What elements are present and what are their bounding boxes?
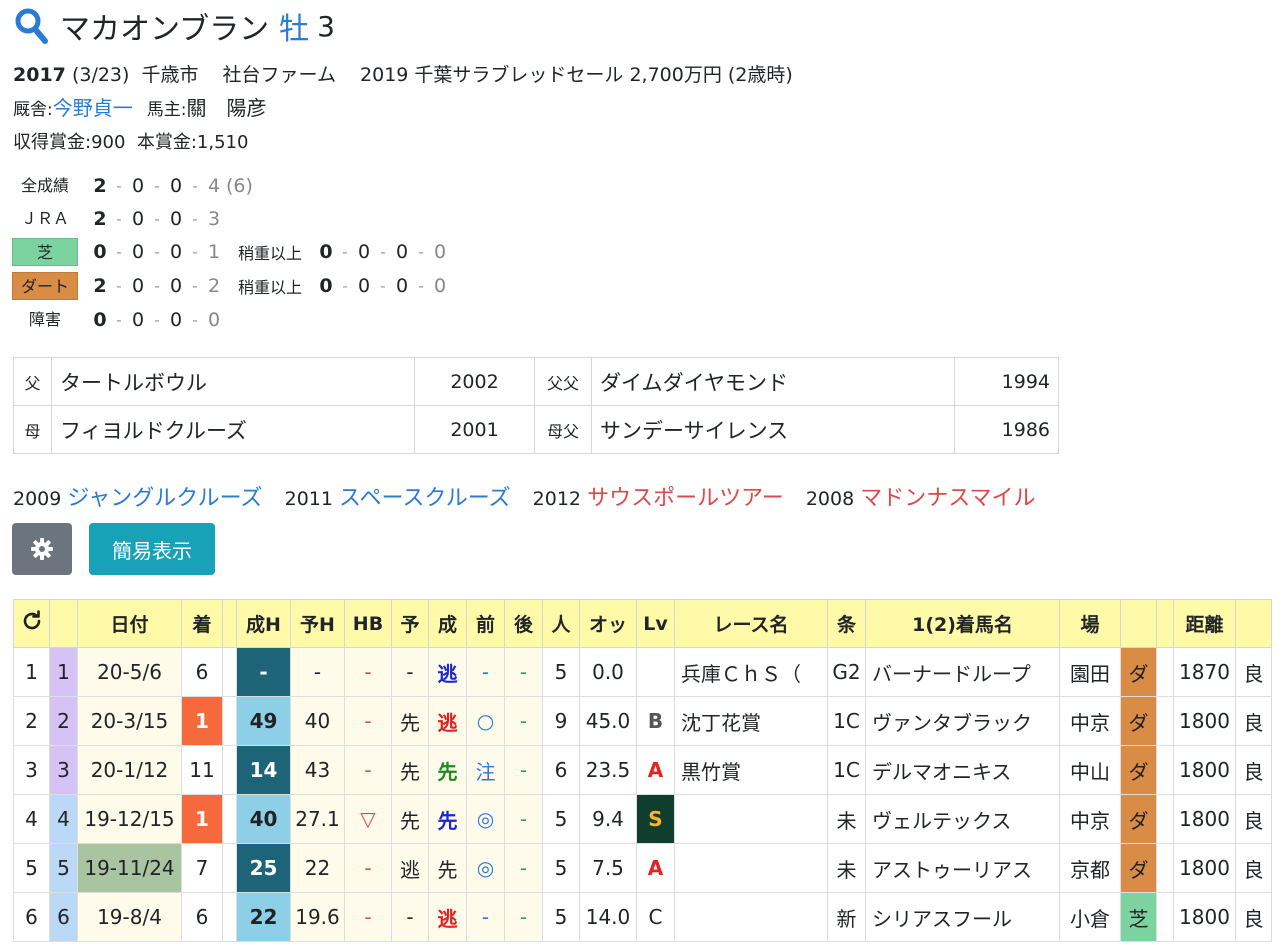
sire-sire-year: 1994	[954, 357, 1059, 406]
sibling-year: 2012	[532, 488, 582, 510]
col-header-race[interactable]: レース名	[674, 599, 828, 648]
col-header-sei[interactable]: 成	[428, 599, 467, 648]
col-header-track[interactable]: 場	[1059, 599, 1121, 648]
table-row[interactable]: 2 2 20-3/15 1 49 40 - 先 逃 ○ - 9 45.0 B 沈…	[13, 696, 1272, 746]
stable-owner: 厩舎:今野貞一 馬主:關 陽彦	[13, 92, 267, 121]
table-row[interactable]: 4 4 19-12/15 1 40 27.1 ▽ 先 先 ◎ - 5 9.4 S…	[13, 794, 1272, 844]
record-jra: ＪＲＡ 2- 0- 0- 3	[12, 204, 226, 234]
record-turf: 芝 0- 0- 0- 1 稍重以上 0- 0- 0- 0	[12, 237, 452, 267]
table-header-row: 日付 着 成H 予H HB 予 成 前 後 人 オッ Lv レース名 条 1(2…	[13, 599, 1272, 648]
table-row[interactable]: 1 1 20-5/6 6 - - - - 逃 - - 5 0.0 兵庫ＣｈＳ（ …	[13, 647, 1272, 697]
sibling-year: 2011	[284, 488, 333, 510]
sire-year: 2002	[414, 357, 535, 406]
table-row[interactable]: 6 6 19-8/4 6 22 19.6 - - 逃 - - 5 14.0 C …	[13, 892, 1272, 942]
col-header-lv[interactable]: Lv	[636, 599, 675, 648]
breeder: 社台ファーム	[222, 64, 336, 86]
record-all: 全成績 2- 0- 0- 4 (6)	[12, 171, 253, 201]
col-header-date[interactable]: 日付	[77, 599, 182, 648]
col-header[interactable]	[222, 599, 237, 648]
sale-info: 2019 千葉サラブレッドセール 2,700万円 (2歳時)	[360, 64, 793, 86]
sibling-link[interactable]: マドンナスマイル	[860, 486, 1035, 511]
col-header-hb[interactable]: HB	[344, 599, 392, 648]
horse-age: 3	[317, 9, 335, 43]
gear-icon	[31, 538, 53, 560]
col-header-mae[interactable]: 前	[466, 599, 505, 648]
col-header-sh[interactable]: 成H	[236, 599, 291, 648]
sibling-link[interactable]: ジャングルクルーズ	[67, 486, 262, 511]
record-jump: 障害 0- 0- 0- 0	[12, 305, 226, 335]
refresh-icon[interactable]	[20, 609, 44, 633]
col-header-ato[interactable]: 後	[504, 599, 543, 648]
birth-info: 2017 (3/23) 千歳市 社台ファーム 2019 千葉サラブレッドセール …	[13, 60, 793, 87]
race-name-link[interactable]: 沈丁花賞	[674, 696, 828, 746]
dam-sire-name: サンデーサイレンス	[591, 405, 955, 454]
trainer-link[interactable]: 今野貞一	[53, 96, 133, 120]
dam-sire-label: 母父	[534, 405, 592, 454]
record-label: 全成績	[20, 176, 69, 195]
sire-sire-name: ダイムダイヤモンド	[591, 357, 955, 406]
record-dirt: ダート 2- 0- 0- 2 稍重以上 0- 0- 0- 0	[12, 271, 452, 301]
sire-sire-label: 父父	[534, 357, 592, 406]
sibling-link[interactable]: サウスポールツアー	[587, 486, 784, 511]
sire-name: タートルボウル	[51, 357, 415, 406]
col-header-place[interactable]: 着	[181, 599, 223, 648]
dirt-badge: ダート	[12, 272, 78, 300]
trainer-label: 厩舎:	[13, 100, 53, 120]
col-header-pop[interactable]: 人	[542, 599, 580, 648]
owner-name: 關 陽彦	[186, 96, 267, 120]
table-row[interactable]: 3 3 20-1/12 11 14 43 - 先 先 注 - 6 23.5 A …	[13, 745, 1272, 795]
race-name-link[interactable]	[674, 892, 828, 942]
record-total: (6)	[226, 175, 253, 197]
heavy-label: 稍重以上	[238, 278, 303, 297]
search-icon[interactable]	[14, 6, 48, 46]
col-header[interactable]	[1120, 599, 1157, 648]
birth-year: 2017	[13, 64, 66, 86]
siblings-list: 2009 ジャングルクルーズ 2011 スペースクルーズ 2012 サウスポール…	[13, 480, 1036, 512]
sibling-link[interactable]: スペースクルーズ	[339, 486, 511, 511]
dam-name: フィヨルドクルーズ	[51, 405, 415, 454]
owner-label: 馬主:	[146, 100, 187, 120]
birth-date: (3/23)	[71, 64, 130, 86]
horse-title: マカオンブラン 牡 3	[14, 4, 335, 48]
sibling-year: 2008	[805, 488, 855, 510]
col-header-cond[interactable]: 条	[827, 599, 866, 648]
race-name-link[interactable]: 兵庫ＣｈＳ（	[674, 647, 828, 697]
col-header[interactable]	[49, 599, 78, 648]
race-name-link[interactable]: 黒竹賞	[674, 745, 828, 795]
birthplace: 千歳市	[141, 64, 199, 86]
settings-button[interactable]	[12, 523, 72, 575]
sire-label: 父	[13, 357, 52, 406]
earnings: 収得賞金:900 本賞金:1,510	[13, 132, 249, 153]
col-header-yo[interactable]: 予	[391, 599, 429, 648]
pedigree-row-dam: 母 フィヨルドクルーズ 2001 母父 サンデーサイレンス 1986	[13, 405, 1059, 454]
col-header-yh[interactable]: 予H	[290, 599, 345, 648]
simple-view-button[interactable]: 簡易表示	[89, 523, 215, 575]
col-header-dist[interactable]: 距離	[1173, 599, 1236, 648]
race-history-table: 日付 着 成H 予H HB 予 成 前 後 人 オッ Lv レース名 条 1(2…	[13, 599, 1272, 942]
table-row[interactable]: 5 5 19-11/24 7 25 22 - 逃 先 ◎ - 5 7.5 A 未…	[13, 843, 1272, 893]
pedigree-table: 父 タートルボウル 2002 父父 ダイムダイヤモンド 1994 母 フィヨルド…	[13, 357, 1059, 454]
col-header[interactable]	[1235, 599, 1272, 648]
sibling-year: 2009	[13, 488, 62, 510]
record-label: 障害	[28, 310, 61, 329]
refresh-header[interactable]	[13, 599, 50, 648]
col-header-odds[interactable]: オッ	[579, 599, 637, 648]
dam-label: 母	[13, 405, 52, 454]
race-name-link[interactable]	[674, 843, 828, 893]
pedigree-row-sire: 父 タートルボウル 2002 父父 ダイムダイヤモンド 1994	[13, 357, 1059, 406]
horse-name: マカオンブラン	[60, 12, 270, 47]
turf-badge: 芝	[12, 238, 78, 266]
race-name-link[interactable]	[674, 794, 828, 844]
col-header[interactable]	[1156, 599, 1174, 648]
col-header-winner[interactable]: 1(2)着馬名	[865, 599, 1060, 648]
record-label: ＪＲＡ	[20, 209, 69, 228]
heavy-label: 稍重以上	[238, 244, 303, 263]
horse-sex[interactable]: 牡	[279, 4, 309, 48]
dam-sire-year: 1986	[954, 405, 1059, 454]
dam-year: 2001	[414, 405, 535, 454]
